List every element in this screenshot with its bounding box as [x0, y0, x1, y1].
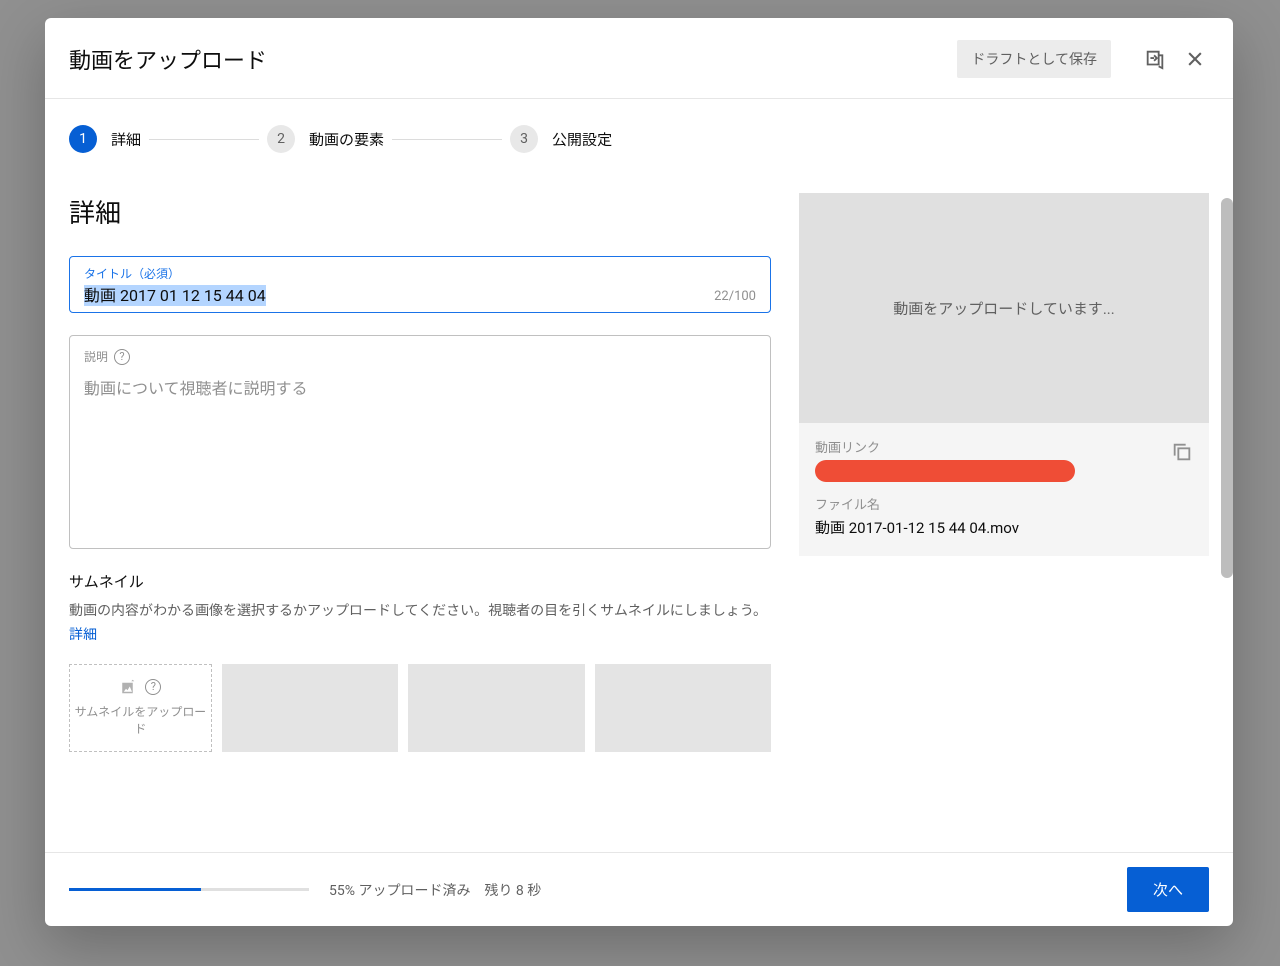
section-heading: 詳細: [69, 193, 771, 230]
file-name-value: 動画 2017-01-12 15 44 04.mov: [815, 517, 1193, 538]
upload-dialog: 動画をアップロード ドラフトとして保存 1 詳細 2 動画の要素 3 公開設定 …: [45, 18, 1233, 926]
upload-progress-text: 55% アップロード済み 残り 8 秒: [329, 880, 541, 900]
description-field[interactable]: 説明 ? 動画について視聴者に説明する: [69, 335, 771, 549]
feedback-icon[interactable]: [1141, 45, 1169, 73]
step-circle-1: 1: [69, 125, 97, 153]
video-link-row: 動画リンク: [815, 437, 1193, 482]
description-placeholder: 動画について視聴者に説明する: [84, 375, 756, 399]
add-image-icon: [119, 679, 139, 697]
dialog-footer: 55% アップロード済み 残り 8 秒 次へ: [45, 852, 1233, 926]
help-icon[interactable]: ?: [145, 679, 161, 695]
step-elements[interactable]: 2 動画の要素: [267, 125, 384, 153]
thumbnail-learn-more-link[interactable]: 詳細: [69, 627, 97, 643]
description-label-text: 説明: [84, 348, 108, 365]
thumbnail-slot-3[interactable]: [595, 664, 771, 752]
step-label-1: 詳細: [111, 129, 141, 150]
help-icon[interactable]: ?: [114, 349, 130, 365]
title-char-count: 22/100: [714, 289, 756, 304]
thumbnail-heading: サムネイル: [69, 571, 771, 592]
right-column: 動画をアップロードしています... 動画リンク ファイル名 動画 2017-01…: [799, 193, 1209, 832]
thumbnail-description: 動画の内容がわかる画像を選択するかアップロードしてください。視聴者の目を引くサム…: [69, 600, 771, 648]
upload-progress-fill: [69, 888, 201, 891]
uploading-text: 動画をアップロードしています...: [893, 298, 1114, 319]
thumbnail-slot-2[interactable]: [408, 664, 584, 752]
thumbnail-desc-text: 動画の内容がわかる画像を選択するかアップロードしてください。視聴者の目を引くサム…: [69, 603, 767, 619]
dialog-content: 詳細 タイトル（必須） 動画 2017 01 12 15 44 04 22/10…: [45, 163, 1233, 852]
upload-progress-bar: [69, 888, 309, 891]
dialog-title: 動画をアップロード: [69, 43, 957, 75]
save-draft-button[interactable]: ドラフトとして保存: [957, 40, 1111, 78]
file-name-row: ファイル名 動画 2017-01-12 15 44 04.mov: [815, 494, 1193, 538]
video-info-panel: 動画リンク ファイル名 動画 2017-01-12 15 44 04.mov: [799, 423, 1209, 556]
thumbnail-upload-button[interactable]: ? サムネイルをアップロード: [69, 664, 212, 752]
step-label-3: 公開設定: [552, 129, 612, 150]
description-label: 説明 ?: [84, 348, 756, 365]
scrollbar-thumb[interactable]: [1221, 198, 1233, 578]
thumbnail-slot-1[interactable]: [222, 664, 398, 752]
dialog-header: 動画をアップロード ドラフトとして保存: [45, 18, 1233, 99]
thumbnail-upload-label: サムネイルをアップロード: [70, 703, 211, 737]
close-icon[interactable]: [1181, 45, 1209, 73]
title-field[interactable]: タイトル（必須） 動画 2017 01 12 15 44 04 22/100: [69, 256, 771, 313]
next-button[interactable]: 次へ: [1127, 867, 1209, 912]
step-circle-2: 2: [267, 125, 295, 153]
step-visibility[interactable]: 3 公開設定: [510, 125, 612, 153]
video-link-label: 動画リンク: [815, 437, 1193, 456]
title-input[interactable]: 動画 2017 01 12 15 44 04: [84, 285, 266, 306]
left-column: 詳細 タイトル（必須） 動画 2017 01 12 15 44 04 22/10…: [69, 193, 771, 832]
step-details[interactable]: 1 詳細: [69, 125, 141, 153]
video-preview: 動画をアップロードしています...: [799, 193, 1209, 423]
step-line: [149, 139, 259, 140]
video-link-redacted: [815, 460, 1075, 482]
step-line: [392, 139, 502, 140]
stepper: 1 詳細 2 動画の要素 3 公開設定: [45, 99, 1233, 163]
step-label-2: 動画の要素: [309, 129, 384, 150]
step-circle-3: 3: [510, 125, 538, 153]
copy-icon[interactable]: [1171, 441, 1193, 467]
thumbnail-row: ? サムネイルをアップロード: [69, 664, 771, 752]
thumbnail-upload-icons: ?: [119, 679, 161, 697]
title-label: タイトル（必須）: [84, 265, 756, 282]
file-name-label: ファイル名: [815, 494, 1193, 513]
